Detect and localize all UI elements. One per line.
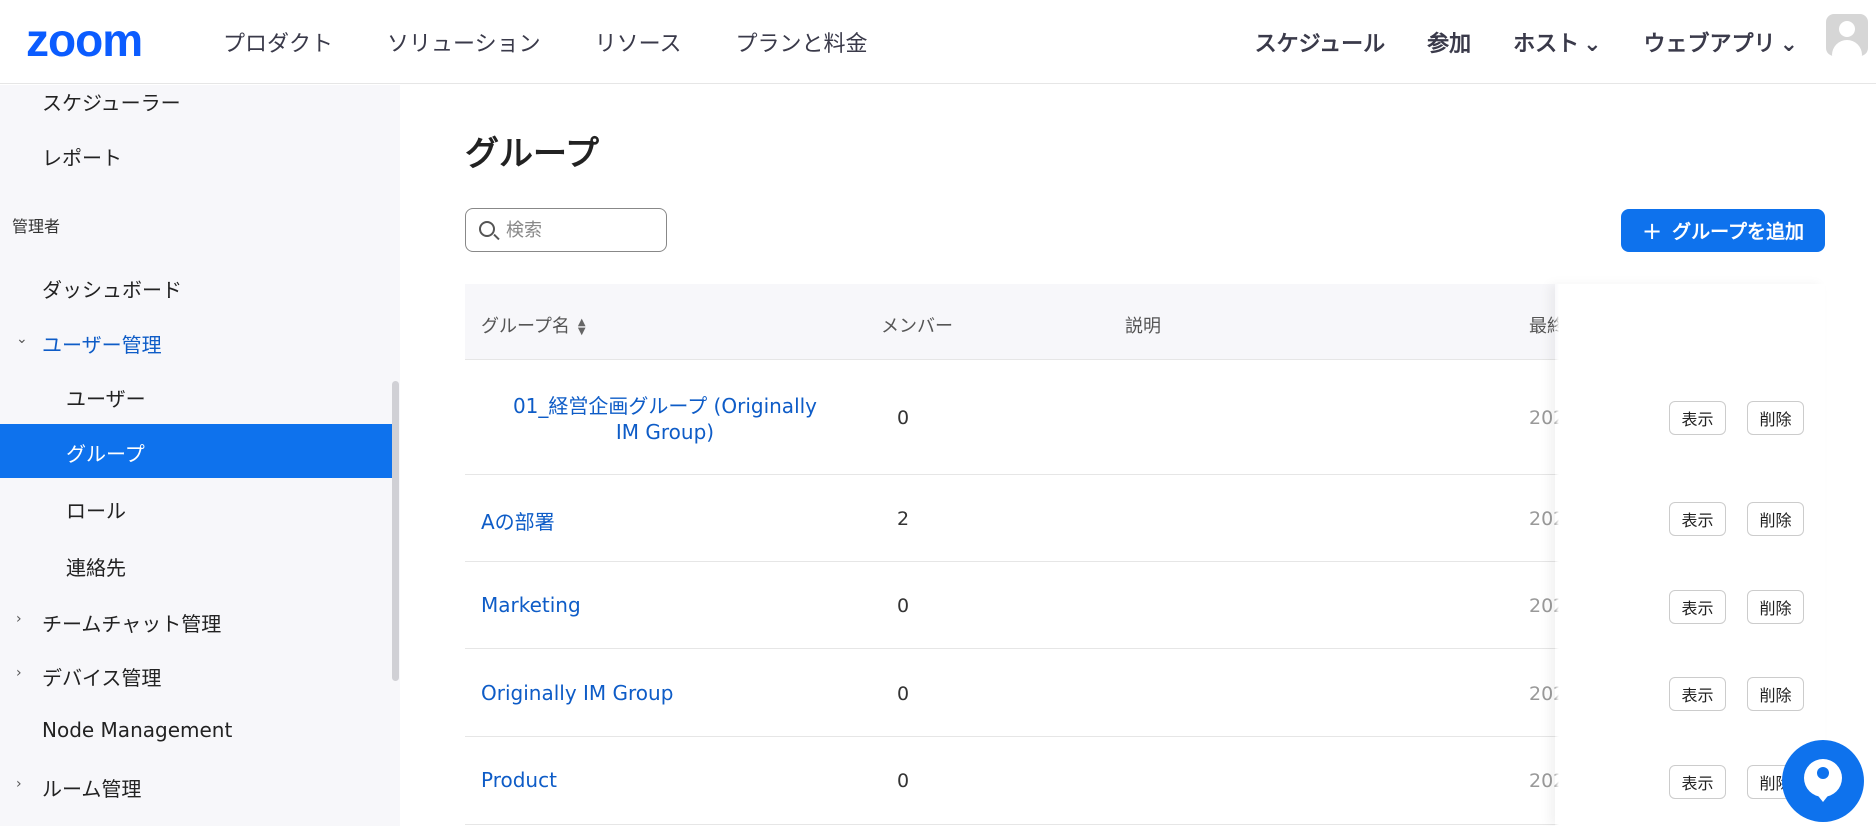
- delete-button[interactable]: 削除: [1747, 677, 1804, 711]
- sidebar-item-room-management[interactable]: ルーム管理: [42, 773, 141, 802]
- view-button[interactable]: 表示: [1669, 401, 1726, 435]
- group-name-link[interactable]: 01_経営企画グループ (Originally IM Group): [505, 393, 825, 445]
- sidebar-item-dashboard[interactable]: ダッシュボード: [42, 274, 182, 303]
- avatar[interactable]: [1826, 14, 1868, 56]
- group-name-link[interactable]: Marketing: [481, 593, 581, 617]
- sidebar-item-reports[interactable]: レポート: [42, 142, 122, 171]
- sort-icon: ▲ ▼: [577, 317, 586, 337]
- group-name-link[interactable]: Originally IM Group: [481, 681, 673, 705]
- group-name-link[interactable]: Aの部署: [481, 506, 555, 535]
- member-count: 0: [897, 407, 910, 429]
- top-navigation-bar: zoom プロダクト ソリューション リソース プランと料金 スケジュール 参加…: [0, 0, 1876, 84]
- sidebar-item-device-management[interactable]: デバイス管理: [42, 662, 161, 691]
- sidebar-item-team-chat[interactable]: チームチャット管理: [42, 608, 221, 637]
- member-count: 2: [897, 508, 910, 530]
- column-header-description: 説明: [1125, 316, 1161, 337]
- sidebar-item-groups[interactable]: グループ: [0, 424, 392, 478]
- group-name-link[interactable]: Product: [481, 768, 557, 792]
- page-title: グループ: [465, 134, 599, 174]
- sidebar-item-groups-label: グループ: [66, 442, 145, 466]
- view-button[interactable]: 表示: [1669, 502, 1726, 536]
- member-count: 0: [897, 683, 910, 705]
- sidebar-item-users[interactable]: ユーザー: [66, 383, 146, 412]
- chevron-down-icon: ⌄: [1779, 32, 1798, 57]
- plus-icon: +: [1642, 216, 1663, 245]
- nav-join[interactable]: 参加: [1427, 26, 1471, 58]
- sidebar: スケジューラー レポート 管理者 ダッシュボード ⌄ ユーザー管理 ユーザー グ…: [0, 85, 400, 826]
- nav-solutions[interactable]: ソリューション: [387, 26, 541, 58]
- chevron-right-icon[interactable]: ›: [16, 611, 22, 627]
- chevron-down-icon[interactable]: ⌄: [16, 331, 28, 347]
- column-header-name-label: グループ名: [481, 316, 570, 337]
- avatar-body-shape: [1832, 40, 1862, 56]
- view-button[interactable]: 表示: [1669, 677, 1726, 711]
- column-header-name[interactable]: グループ名 ▲ ▼: [481, 312, 586, 338]
- sidebar-item-scheduler[interactable]: スケジューラー: [42, 87, 181, 116]
- search-box[interactable]: [465, 208, 667, 252]
- nav-plans-pricing[interactable]: プランと料金: [735, 26, 867, 58]
- chevron-right-icon[interactable]: ›: [16, 665, 22, 681]
- member-count: 0: [897, 595, 910, 617]
- nav-host-label: ホスト: [1513, 32, 1580, 57]
- sidebar-item-roles[interactable]: ロール: [66, 495, 126, 524]
- add-group-button[interactable]: + グループを追加: [1621, 209, 1825, 252]
- sidebar-scrollbar[interactable]: [392, 381, 399, 681]
- nav-webapp[interactable]: ウェブアプリ ⌄: [1644, 26, 1798, 58]
- sidebar-item-contacts[interactable]: 連絡先: [66, 552, 126, 581]
- sticky-actions-column: [1555, 284, 1825, 826]
- primary-nav: プロダクト ソリューション リソース プランと料金: [223, 0, 868, 84]
- chevron-down-icon: ⌄: [1583, 32, 1602, 57]
- secondary-nav: スケジュール 参加 ホスト ⌄ ウェブアプリ ⌄: [1255, 0, 1798, 84]
- sidebar-item-node-management[interactable]: Node Management: [42, 718, 232, 742]
- nav-host[interactable]: ホスト ⌄: [1513, 26, 1601, 58]
- search-input[interactable]: [506, 217, 656, 243]
- view-button[interactable]: 表示: [1669, 765, 1726, 799]
- support-chat-button[interactable]: [1782, 740, 1864, 822]
- chat-bubble-tail: [1815, 792, 1831, 802]
- add-group-label: グループを追加: [1672, 221, 1804, 243]
- view-button[interactable]: 表示: [1669, 590, 1726, 624]
- chevron-right-icon[interactable]: ›: [16, 776, 22, 792]
- sidebar-item-user-management[interactable]: ユーザー管理: [42, 329, 162, 358]
- avatar-head-shape: [1839, 21, 1855, 37]
- sidebar-section-admin: 管理者: [12, 217, 61, 236]
- nav-webapp-label: ウェブアプリ: [1643, 32, 1776, 57]
- member-count: 0: [897, 770, 910, 792]
- delete-button[interactable]: 削除: [1747, 590, 1804, 624]
- column-header-members: メンバー: [881, 316, 953, 337]
- search-icon: [479, 221, 495, 237]
- delete-button[interactable]: 削除: [1747, 401, 1804, 435]
- chat-face-icon: [1817, 767, 1829, 779]
- delete-button[interactable]: 削除: [1747, 502, 1804, 536]
- nav-products[interactable]: プロダクト: [223, 26, 333, 58]
- zoom-logo[interactable]: zoom: [26, 17, 143, 63]
- nav-schedule[interactable]: スケジュール: [1255, 26, 1385, 58]
- nav-resources[interactable]: リソース: [595, 26, 682, 58]
